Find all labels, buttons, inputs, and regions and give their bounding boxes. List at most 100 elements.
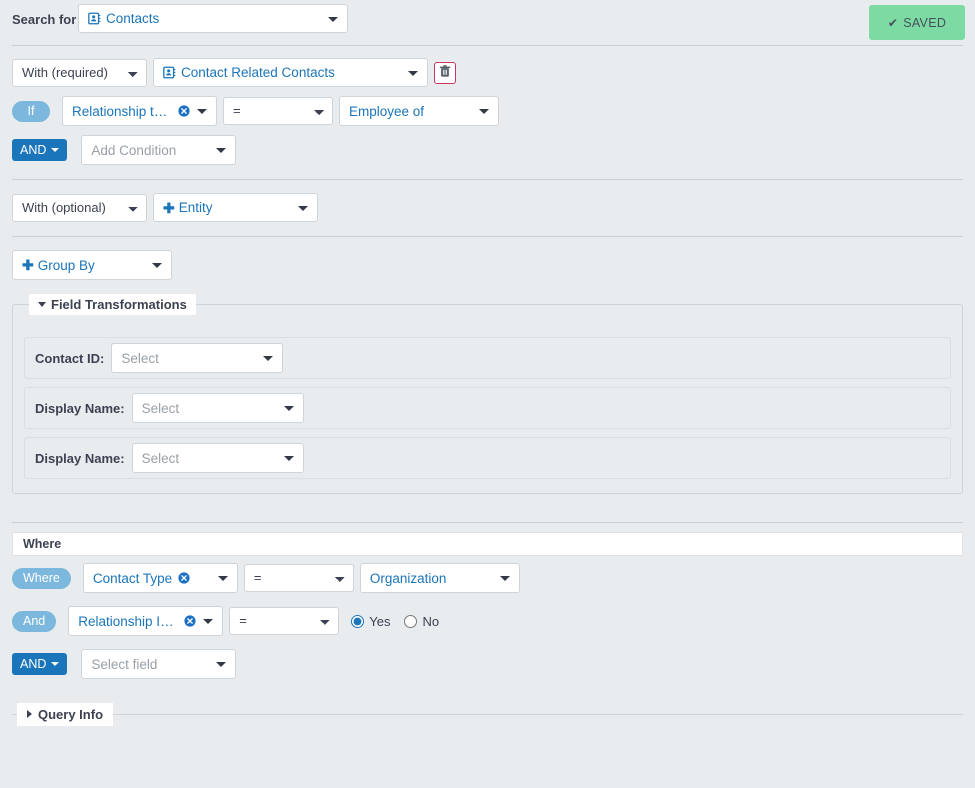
field-transformation-label: Display Name: xyxy=(35,400,125,416)
field-transformation-label: Display Name: xyxy=(35,450,125,466)
group-by-label: Group By xyxy=(37,257,95,273)
optional-join-type-select[interactable]: With (optional) xyxy=(12,193,147,222)
field-transformation-placeholder: Select xyxy=(141,450,180,466)
query-info-legend-label: Query Info xyxy=(38,707,104,722)
where-connector-pill: Where xyxy=(12,567,71,589)
required-relation-value: Contact Related Contacts xyxy=(181,65,335,80)
trash-icon xyxy=(439,64,451,81)
required-join-block: With (required) Contact Related Contacts… xyxy=(0,46,975,179)
group-by-select[interactable]: ✚ Group By xyxy=(12,250,172,280)
where-value: Organization xyxy=(369,570,447,586)
field-transformation-row: Contact ID: Select xyxy=(24,337,951,379)
optional-join-block: With (optional) ✚ Entity xyxy=(0,180,975,236)
field-transformation-select[interactable]: Select xyxy=(131,393,304,423)
contact-card-icon xyxy=(163,66,176,79)
where-add-connector-label: AND xyxy=(20,657,47,671)
clear-icon[interactable] xyxy=(178,105,190,117)
where-field-select[interactable]: Relationship Is Ac... xyxy=(68,606,224,636)
divider-4 xyxy=(12,522,963,523)
plus-icon: ✚ xyxy=(163,199,175,216)
triangle-down-icon xyxy=(38,302,46,307)
optional-entity-select[interactable]: ✚ Entity xyxy=(153,193,318,222)
where-row: And Relationship Is Ac... = Yes No xyxy=(12,593,963,636)
where-connector-pill: And xyxy=(12,610,57,632)
where-field-select[interactable]: Contact Type xyxy=(82,563,238,593)
check-icon: ✔ xyxy=(887,15,899,30)
optional-entity-value: Entity xyxy=(178,200,213,215)
chevron-down-icon xyxy=(51,148,60,152)
where-field-value: Contact Type xyxy=(92,570,173,586)
query-info-fieldset: Query Info xyxy=(12,703,963,726)
group-by-block: ✚ Group By xyxy=(0,237,975,280)
radio-yes[interactable]: Yes xyxy=(351,614,390,629)
search-entity-value: Contacts xyxy=(106,11,160,26)
radio-no-input[interactable] xyxy=(404,614,418,628)
chevron-down-icon xyxy=(408,70,418,76)
chevron-down-icon xyxy=(479,109,489,114)
field-transformation-label: Contact ID: xyxy=(35,350,105,366)
condition-field-value: Relationship to c... xyxy=(72,103,172,119)
field-transformation-placeholder: Select xyxy=(141,400,180,416)
query-info-legend[interactable]: Query Info xyxy=(17,703,114,726)
saved-button[interactable]: ✔ SAVED xyxy=(869,5,965,40)
chevron-down-icon xyxy=(283,406,294,411)
condition-value: Employee of xyxy=(349,103,425,119)
chevron-down-icon xyxy=(263,356,274,361)
add-condition-select[interactable]: Add Condition xyxy=(81,135,237,165)
where-value-radio-group: Yes No xyxy=(351,614,439,629)
where-field-value: Relationship Is Ac... xyxy=(78,613,179,629)
field-transformation-select[interactable]: Select xyxy=(111,343,284,373)
add-condition-row: AND Add Condition xyxy=(12,135,963,165)
radio-yes-input[interactable] xyxy=(351,614,365,628)
where-add-field-placeholder: Select field xyxy=(91,656,158,672)
where-title-label: Where xyxy=(23,537,62,551)
triangle-right-icon xyxy=(27,710,32,718)
radio-no[interactable]: No xyxy=(404,614,439,629)
search-entity-select[interactable]: Contacts xyxy=(78,4,348,33)
radio-no-label: No xyxy=(422,613,440,629)
chevron-down-icon xyxy=(216,148,227,153)
field-transformation-placeholder: Select xyxy=(121,350,159,366)
required-join-row: With (required) Contact Related Contacts xyxy=(12,58,963,87)
chevron-down-icon xyxy=(216,662,227,667)
clear-icon[interactable] xyxy=(184,615,196,627)
condition-field-select[interactable]: Relationship to c... xyxy=(62,96,217,126)
chevron-down-icon xyxy=(499,576,510,581)
where-block: Where Where Contact Type = Organization … xyxy=(12,532,963,679)
chevron-down-icon xyxy=(217,576,228,581)
where-value-select[interactable]: Organization xyxy=(359,563,520,593)
field-transformation-row: Display Name: Select xyxy=(24,437,951,479)
chevron-down-icon xyxy=(51,662,60,666)
condition-row: If Relationship to c... = Employee of xyxy=(12,96,963,126)
add-condition-connector-button[interactable]: AND xyxy=(12,139,68,161)
required-join-type-select[interactable]: With (required) xyxy=(12,58,147,87)
where-title: Where xyxy=(12,532,963,556)
where-add-row: AND Select field xyxy=(12,636,963,679)
chevron-down-icon xyxy=(328,16,338,22)
where-row: Where Contact Type = Organization xyxy=(12,556,963,593)
field-transformations-fieldset: Field Transformations Contact ID: Select… xyxy=(12,294,963,494)
saved-button-label: SAVED xyxy=(903,15,947,30)
search-for-label: Search for xyxy=(12,12,77,27)
field-transformation-row: Display Name: Select xyxy=(24,387,951,429)
condition-connector-pill: If xyxy=(12,100,50,122)
where-add-connector-button[interactable]: AND xyxy=(12,653,68,675)
condition-operator-select[interactable]: = xyxy=(223,97,333,125)
chevron-down-icon xyxy=(298,205,308,211)
clear-icon[interactable] xyxy=(178,572,190,584)
chevron-down-icon xyxy=(197,109,207,114)
where-add-field-select[interactable]: Select field xyxy=(81,649,237,679)
chevron-down-icon xyxy=(283,456,294,461)
field-transformations-legend-label: Field Transformations xyxy=(51,297,187,312)
where-operator-select[interactable]: = xyxy=(229,607,340,635)
field-transformations-legend[interactable]: Field Transformations xyxy=(29,294,196,315)
optional-join-row: With (optional) ✚ Entity xyxy=(12,193,963,222)
contact-card-icon xyxy=(88,12,101,25)
where-operator-select[interactable]: = xyxy=(243,564,354,592)
condition-value-select[interactable]: Employee of xyxy=(339,96,499,126)
delete-join-button[interactable] xyxy=(434,61,456,84)
field-transformation-select[interactable]: Select xyxy=(131,443,304,473)
radio-yes-label: Yes xyxy=(369,613,391,629)
chevron-down-icon xyxy=(203,619,214,624)
required-relation-select[interactable]: Contact Related Contacts xyxy=(153,58,428,87)
